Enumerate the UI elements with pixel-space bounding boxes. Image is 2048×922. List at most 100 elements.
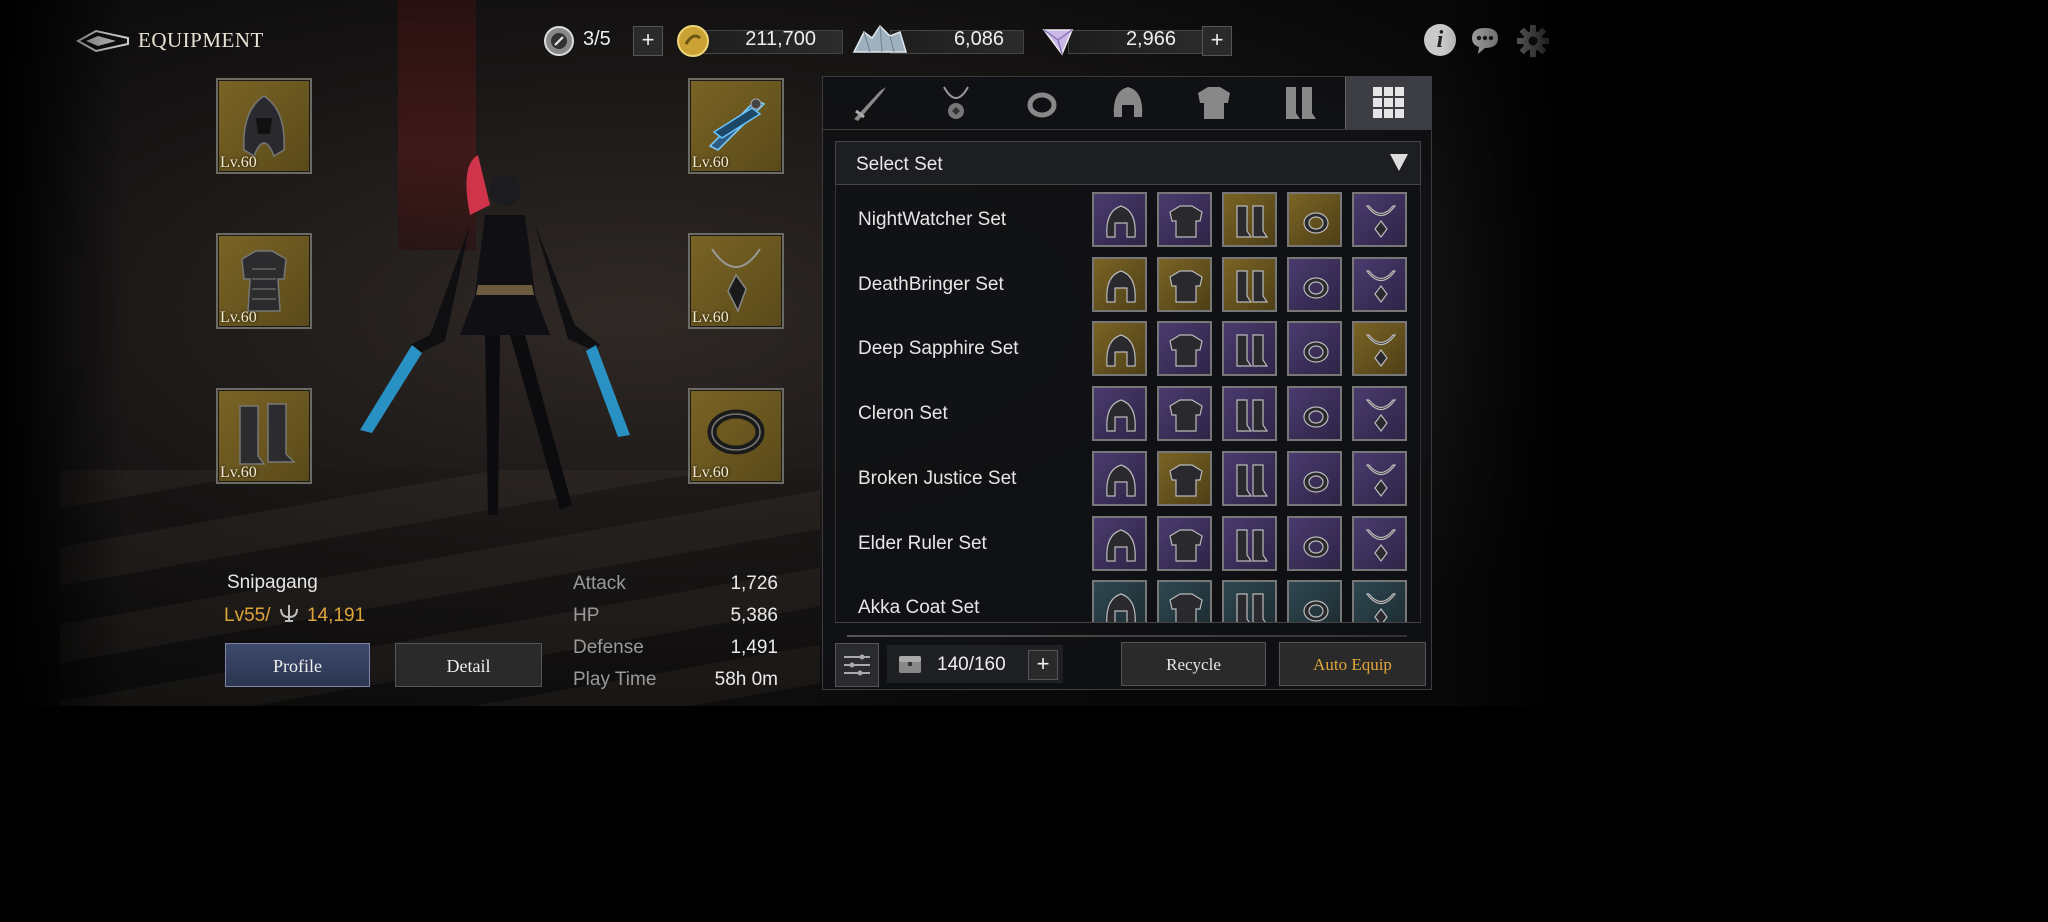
set-list[interactable]: NightWatcher Set DeathBringer Set Deep Sap…: [835, 185, 1421, 623]
gold-counter: 211,700: [676, 25, 846, 57]
set-item[interactable]: [1352, 580, 1407, 622]
set-item[interactable]: [1092, 386, 1147, 442]
detail-button[interactable]: Detail: [395, 643, 542, 687]
slot-level: Lv.60: [220, 154, 257, 171]
necklace-slot[interactable]: Lv.60: [688, 233, 784, 329]
armor-icon: [1169, 399, 1203, 432]
tab-boots[interactable]: [1257, 77, 1343, 129]
tab-all-sets[interactable]: [1345, 77, 1432, 129]
set-item[interactable]: [1352, 192, 1407, 247]
filter-sliders-icon: [844, 654, 870, 676]
set-item[interactable]: [1222, 321, 1277, 377]
armor-slot[interactable]: Lv.60: [216, 233, 312, 329]
set-row[interactable]: Cleron Set: [836, 381, 1420, 445]
armor-icon: [1169, 334, 1203, 367]
necklace-icon: [1365, 205, 1397, 238]
set-panel: Select Set NightWatcher Set DeathBringer …: [822, 76, 1432, 690]
set-item[interactable]: [1352, 386, 1407, 442]
expand-inventory-button[interactable]: +: [1028, 650, 1058, 680]
stat-defense: Defense 1,491: [573, 637, 778, 658]
set-item[interactable]: [1222, 580, 1277, 622]
set-item[interactable]: [1222, 386, 1277, 442]
tab-helmet[interactable]: [1085, 77, 1171, 129]
set-item[interactable]: [1157, 256, 1212, 312]
weapon-slot[interactable]: Lv.60: [688, 78, 784, 174]
chat-icon[interactable]: [1468, 24, 1502, 58]
set-row[interactable]: Broken Justice Set: [836, 446, 1420, 510]
set-item[interactable]: [1287, 256, 1342, 312]
ring-icon: [1303, 212, 1329, 234]
slot-level: Lv.60: [692, 154, 729, 171]
recycle-button[interactable]: Recycle: [1121, 642, 1266, 686]
set-item[interactable]: [1287, 515, 1342, 571]
equipment-tabs: [823, 77, 1432, 130]
set-item[interactable]: [1157, 580, 1212, 622]
set-item[interactable]: [1222, 192, 1277, 247]
ring-icon: [1303, 471, 1329, 493]
set-item[interactable]: [1352, 321, 1407, 377]
boots-icon: [1236, 528, 1269, 562]
profile-button[interactable]: Profile: [225, 643, 370, 687]
page-title: EQUIPMENT: [138, 28, 264, 52]
set-item[interactable]: [1092, 450, 1147, 506]
equipment-screen: EQUIPMENT 3/5 + 211,700 6,086 2,966 + i …: [0, 0, 1568, 706]
necklace-icon: [1365, 334, 1397, 368]
set-item[interactable]: [1157, 386, 1212, 442]
filter-button[interactable]: [835, 643, 879, 687]
set-item[interactable]: [1092, 321, 1147, 377]
crystal-icon: [852, 24, 908, 53]
necklace-icon: [1365, 528, 1397, 562]
settings-gear-icon[interactable]: [1516, 24, 1550, 58]
set-name: Deep Sapphire Set: [858, 338, 1019, 360]
necklace-icon: [1365, 464, 1397, 497]
add-gems-button[interactable]: +: [1202, 26, 1232, 56]
player-character[interactable]: [350, 145, 640, 530]
set-row[interactable]: NightWatcher Set: [836, 187, 1420, 251]
set-item[interactable]: [1092, 515, 1147, 571]
set-item[interactable]: [1157, 321, 1212, 377]
info-icon[interactable]: i: [1424, 24, 1456, 56]
set-item[interactable]: [1222, 450, 1277, 506]
stat-hp: HP 5,386: [573, 605, 778, 626]
tab-armor[interactable]: [1171, 77, 1257, 129]
gold-coin-icon: [677, 25, 709, 57]
slot-level: Lv.60: [220, 464, 257, 481]
set-row[interactable]: Akka Coat Set: [836, 575, 1420, 622]
slot-level: Lv.60: [220, 309, 257, 326]
scroll-divider: [847, 635, 1407, 637]
ring-slot[interactable]: Lv.60: [688, 388, 784, 484]
tab-necklace[interactable]: [913, 77, 999, 129]
boots-slot[interactable]: Lv.60: [216, 388, 312, 484]
set-item[interactable]: [1222, 256, 1277, 312]
set-item[interactable]: [1287, 192, 1342, 247]
set-item[interactable]: [1352, 450, 1407, 506]
set-item[interactable]: [1092, 256, 1147, 312]
set-item[interactable]: [1352, 515, 1407, 571]
boots-icon: [1236, 334, 1269, 367]
dark-ring-icon: [707, 409, 765, 455]
set-item[interactable]: [1287, 386, 1342, 442]
set-item[interactable]: [1092, 192, 1147, 247]
tab-weapon[interactable]: [827, 77, 913, 129]
set-item[interactable]: [1157, 515, 1212, 571]
set-item[interactable]: [1157, 450, 1212, 506]
add-stamina-button[interactable]: +: [633, 26, 663, 56]
set-row[interactable]: DeathBringer Set: [836, 252, 1420, 316]
set-item[interactable]: [1287, 450, 1342, 506]
set-item[interactable]: [1352, 256, 1407, 312]
set-item[interactable]: [1092, 580, 1147, 622]
set-item[interactable]: [1222, 515, 1277, 571]
set-item[interactable]: [1287, 580, 1342, 622]
set-name: Akka Coat Set: [858, 597, 980, 619]
set-row[interactable]: Elder Ruler Set: [836, 511, 1420, 575]
tab-ring[interactable]: [999, 77, 1085, 129]
helmet-slot[interactable]: Lv.60: [216, 78, 312, 174]
select-set-dropdown[interactable]: Select Set: [835, 141, 1421, 185]
boots-icon: [1236, 399, 1269, 432]
back-icon[interactable]: [76, 28, 130, 54]
gold-value: 211,700: [745, 28, 816, 50]
auto-equip-button[interactable]: Auto Equip: [1279, 642, 1426, 686]
set-item[interactable]: [1287, 321, 1342, 377]
set-item[interactable]: [1157, 192, 1212, 247]
set-row[interactable]: Deep Sapphire Set: [836, 316, 1420, 380]
